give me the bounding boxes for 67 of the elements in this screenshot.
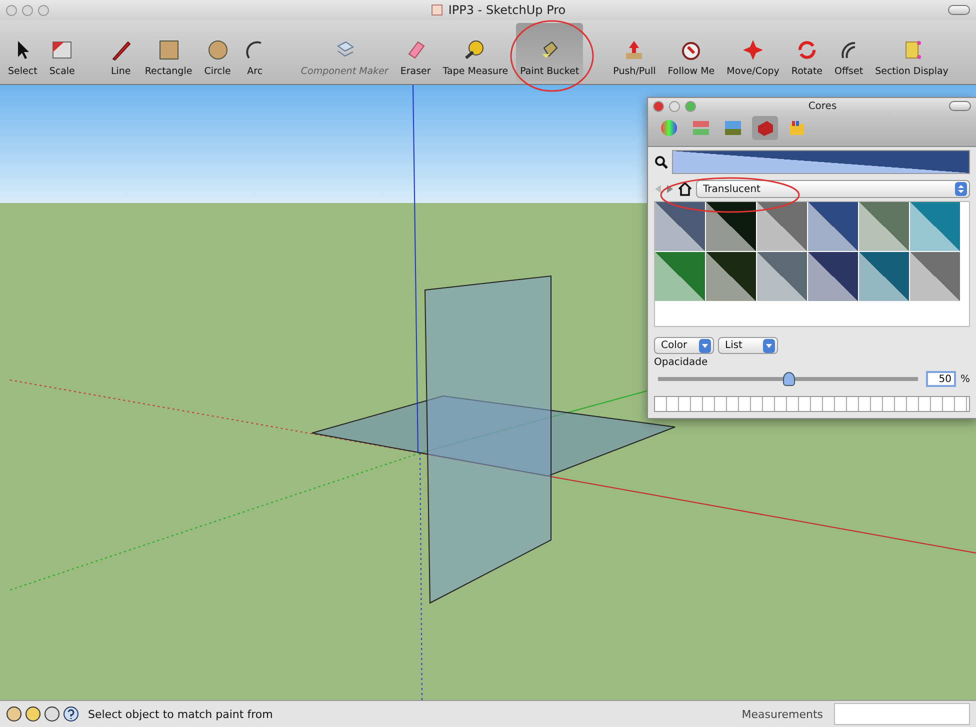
window-control[interactable] [38, 4, 49, 16]
color-sliders-icon [691, 118, 711, 138]
search-icon [654, 155, 668, 169]
stepper-icon [958, 184, 964, 194]
material-swatch[interactable] [859, 252, 909, 301]
material-swatch[interactable] [859, 202, 909, 251]
panel-tab[interactable] [752, 116, 778, 140]
color-wheel-icon [659, 118, 679, 138]
tool-button[interactable]: Arc [238, 23, 271, 81]
percent-label: % [960, 374, 970, 384]
window-title: IPP3 - SketchUp Pro [448, 3, 566, 17]
material-swatch[interactable] [757, 252, 807, 301]
dropdown[interactable]: Color [654, 337, 714, 354]
window-control[interactable] [653, 100, 664, 112]
material-swatch[interactable] [808, 202, 858, 251]
square-icon [156, 38, 181, 62]
back-arrow-icon[interactable] [654, 184, 662, 194]
tool-button[interactable]: Rectangle [140, 23, 196, 81]
circle-icon [206, 38, 230, 62]
material-swatch[interactable] [706, 252, 756, 301]
tool-button[interactable]: Scale [45, 23, 79, 81]
material-swatch[interactable] [910, 202, 960, 251]
opacity-label: Opacidade [653, 357, 709, 368]
tool-button[interactable]: Paint Bucket [516, 23, 584, 81]
material-swatch[interactable] [910, 252, 960, 301]
tool-button[interactable]: Eraser [396, 23, 435, 81]
material-swatch[interactable] [808, 252, 858, 301]
crayon-box-icon [787, 118, 807, 138]
material-swatch[interactable] [655, 202, 705, 251]
caret-icon [766, 344, 772, 348]
material-swatch[interactable] [757, 202, 807, 251]
caret-icon [702, 344, 708, 348]
toolbar-pill-button[interactable] [948, 5, 970, 15]
panel-title: Cores [807, 100, 838, 112]
material-swatch[interactable] [655, 252, 705, 301]
tool-button[interactable]: Tape Measure [438, 23, 512, 81]
image-icon [723, 118, 743, 138]
measurements-label: Measurements [742, 708, 823, 720]
vertical-plane[interactable] [424, 275, 552, 604]
tool-button[interactable]: Push/Pull [609, 23, 660, 81]
tool-button[interactable]: Line [104, 23, 137, 81]
tool-button[interactable]: Section Display [871, 23, 952, 81]
tool-button[interactable]: Follow Me [664, 23, 719, 81]
tool-button[interactable]: Select [4, 23, 42, 81]
dropdown[interactable]: List [718, 337, 778, 354]
window-control[interactable] [6, 4, 17, 16]
brick-icon [755, 118, 775, 138]
window-control[interactable] [669, 100, 680, 112]
home-icon[interactable] [678, 182, 692, 196]
opacity-field[interactable]: 50 [926, 371, 956, 387]
move-icon [741, 38, 766, 62]
forward-arrow-icon[interactable] [666, 184, 674, 194]
window-control[interactable] [685, 100, 696, 112]
color-well-strip[interactable] [654, 396, 970, 412]
material-swatch[interactable] [706, 202, 756, 251]
library-select[interactable]: Translucent [696, 180, 970, 198]
slider-thumb[interactable] [783, 372, 796, 386]
document-icon [431, 4, 444, 16]
status-hint: Select object to match paint from [88, 708, 274, 720]
tool-button[interactable]: Move/Copy [722, 23, 784, 81]
tool-button[interactable]: Rotate [787, 23, 827, 81]
toolbar-pill-button[interactable] [949, 101, 971, 111]
tool-button[interactable]: Offset [830, 23, 868, 81]
tool-button[interactable]: Circle [200, 23, 235, 81]
help-icon[interactable] [63, 706, 79, 722]
window-control[interactable] [22, 4, 33, 16]
measurements-field[interactable] [834, 703, 970, 725]
